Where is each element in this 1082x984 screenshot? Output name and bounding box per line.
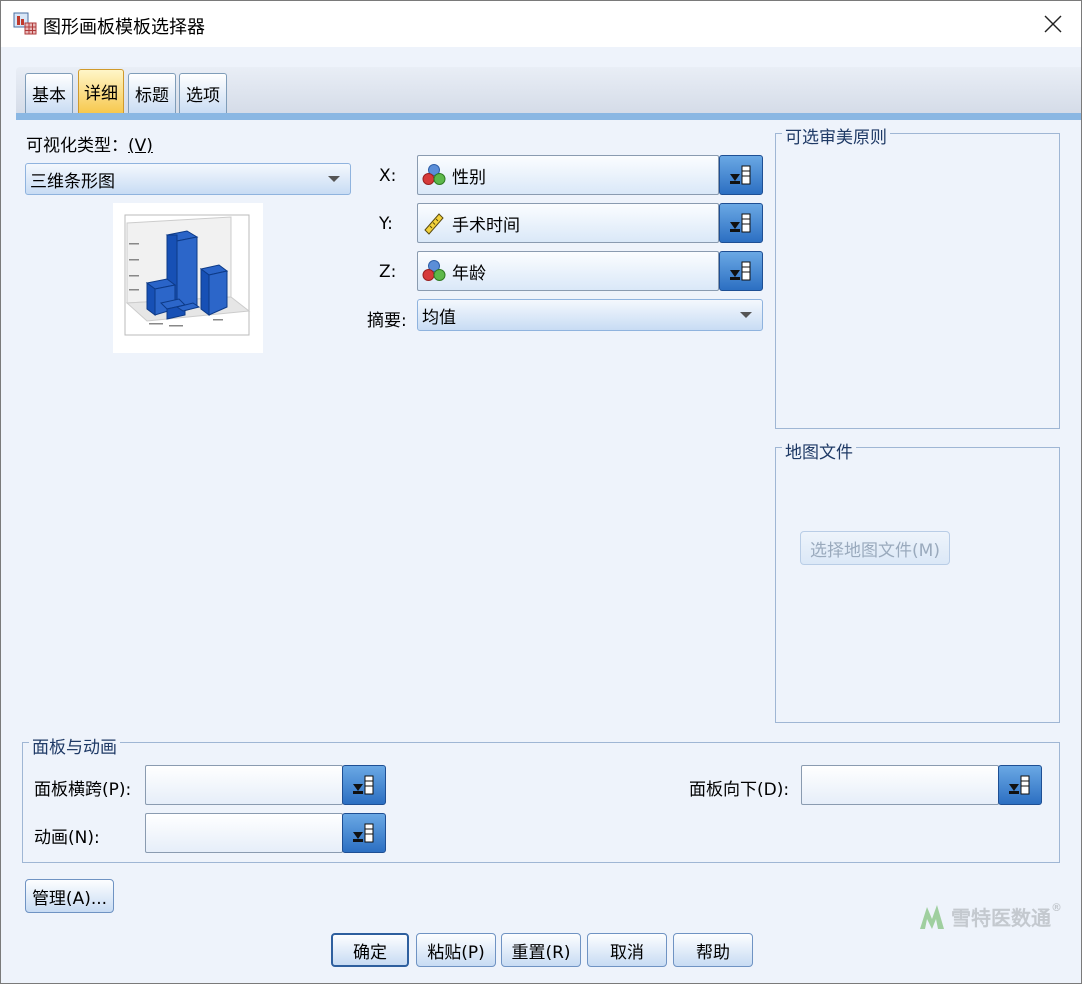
animation-label: 动画(N): [34,828,100,848]
panel-down-label: 面板向下(D): [689,780,790,800]
summary-label: 摘要: [367,311,407,331]
x-variable-name: 性别 [452,167,486,188]
help-button[interactable]: 帮助 [673,933,753,967]
variable-picker-icon [1009,775,1030,795]
tab-label: 详细 [84,84,118,104]
variable-picker-icon [730,213,751,233]
close-icon [1044,15,1062,33]
watermark-text: 雪特医数通 [951,905,1051,930]
x-variable-field[interactable]: 性别 [417,155,719,195]
tab-options[interactable]: 选项 [179,73,227,113]
reset-button[interactable]: 重置(R) [501,933,581,967]
viz-type-dropdown[interactable]: 三维条形图 [25,163,351,195]
paste-button[interactable]: 粘贴(P) [416,933,496,967]
z-variable-field[interactable]: 年龄 [417,251,719,291]
app-icon [13,12,37,35]
animation-field[interactable] [145,813,343,853]
cancel-button[interactable]: 取消 [587,933,667,967]
y-axis-label: Y: [379,214,393,234]
viz-type-value: 三维条形图 [30,171,115,192]
watermark: 雪特医数通 ® [917,901,1062,931]
title-bar: 图形画板模板选择器 [1,1,1081,47]
tab-basic[interactable]: 基本 [25,73,73,113]
watermark-registered-mark: ® [1051,901,1062,914]
variable-picker-icon [353,775,374,795]
aesthetics-group [775,133,1060,429]
viz-preview-image [113,203,263,353]
ok-button[interactable]: 确定 [331,933,409,967]
aesthetics-group-title: 可选审美原则 [782,123,890,148]
y-variable-name: 手术时间 [452,215,520,236]
tab-label: 标题 [135,86,169,106]
panel-down-field[interactable] [801,765,999,805]
tab-strip-underline [16,113,1081,120]
dropdown-arrow-icon [328,176,340,182]
manage-button[interactable]: 管理(A)... [25,879,114,913]
dropdown-arrow-icon [740,312,752,318]
variable-picker-icon [353,823,374,843]
nominal-variable-icon [422,260,446,281]
z-variable-name: 年龄 [452,263,486,284]
y-variable-field[interactable]: 手术时间 [417,203,719,243]
panel-across-picker-button[interactable] [342,765,386,805]
x-variable-picker-button[interactable] [719,155,763,195]
map-file-group-title: 地图文件 [782,438,856,463]
z-axis-label: Z: [379,262,397,282]
dialog-body: 基本 详细 标题 选项 可视化类型：(V) 三维条形图 X: 性别 Y: 手术时… [1,47,1081,983]
panel-across-label: 面板横跨(P): [34,780,132,800]
panel-down-picker-button[interactable] [998,765,1042,805]
panel-across-field[interactable] [145,765,343,805]
panel-animation-group-title: 面板与动画 [29,733,120,758]
scale-variable-icon [424,213,444,235]
tab-label: 选项 [186,86,220,106]
select-map-file-button[interactable]: 选择地图文件(M) [800,531,950,565]
3d-bar-chart-thumbnail [124,214,251,336]
animation-picker-button[interactable] [342,813,386,853]
variable-picker-icon [730,165,751,185]
summary-dropdown[interactable]: 均值 [417,299,763,331]
map-file-group [775,447,1060,723]
dialog-window: 图形画板模板选择器 基本 详细 标题 选项 可视化类型：(V) 三维条形图 X:… [0,0,1082,984]
x-axis-label: X: [379,166,397,186]
nominal-variable-icon [422,164,446,185]
tab-label: 基本 [32,86,66,106]
summary-value: 均值 [422,307,456,328]
close-button[interactable] [1035,7,1071,41]
z-variable-picker-button[interactable] [719,251,763,291]
tab-titles[interactable]: 标题 [128,73,176,113]
viz-type-label: 可视化类型：(V) [26,136,153,156]
watermark-logo-icon [920,905,944,929]
y-variable-picker-button[interactable] [719,203,763,243]
variable-picker-icon [730,261,751,281]
window-title: 图形画板模板选择器 [43,17,205,38]
tab-detail[interactable]: 详细 [78,69,124,113]
